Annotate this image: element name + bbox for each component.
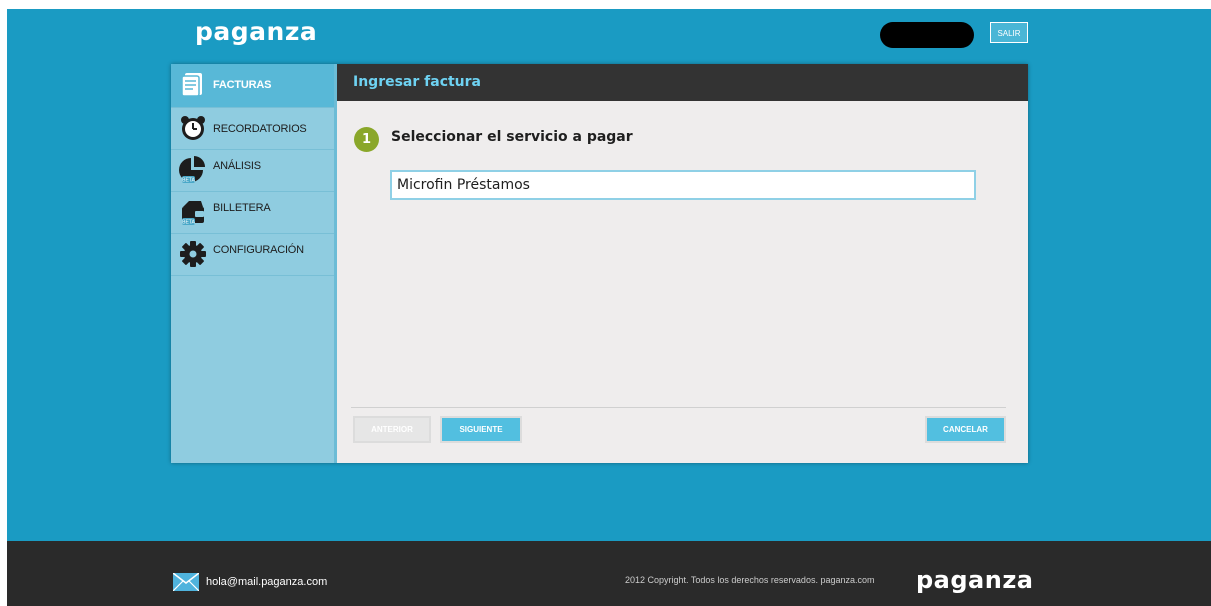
content-area: Ingresar factura 1 Seleccionar el servic… <box>337 64 1028 463</box>
sidebar-item-label: CONFIGURACIÓN <box>213 244 304 256</box>
sidebar-item-analisis[interactable]: BETA ANÁLISIS <box>171 150 334 192</box>
cancel-button[interactable]: CANCELAR <box>925 416 1006 443</box>
footer-email-link[interactable]: hola@mail.paganza.com <box>206 576 327 588</box>
divider <box>351 407 1006 408</box>
user-account-pill[interactable] <box>880 22 974 48</box>
sidebar-item-label: BILLETERA <box>213 202 271 214</box>
logout-button[interactable]: SALIR <box>990 22 1028 43</box>
mail-icon <box>173 573 199 591</box>
page: paganza SALIR FACTURAS RECORDATORIOS BET… <box>0 0 1211 606</box>
step-number-badge: 1 <box>354 127 379 152</box>
pie-chart-icon: BETA <box>179 156 205 184</box>
next-button[interactable]: SIGUIENTE <box>440 416 522 443</box>
previous-button[interactable]: ANTERIOR <box>353 416 431 443</box>
gear-icon <box>180 241 206 267</box>
paganza-logo[interactable]: paganza <box>195 17 317 47</box>
step-title: Seleccionar el servicio a pagar <box>391 129 633 145</box>
footer-copyright: 2012 Copyright. Todos los derechos reser… <box>625 575 875 585</box>
sidebar-item-label: ANÁLISIS <box>213 160 261 172</box>
wallet-icon: BETA <box>182 201 204 226</box>
invoice-icon <box>181 73 202 97</box>
svg-text:BETA: BETA <box>182 220 195 226</box>
alarm-clock-icon <box>181 116 205 140</box>
sidebar-item-label: FACTURAS <box>213 79 272 91</box>
sidebar-item-configuracion[interactable]: CONFIGURACIÓN <box>171 234 334 276</box>
invoice-panel: FACTURAS RECORDATORIOS BETA ANÁLISIS BET… <box>171 64 1028 463</box>
sidebar-item-label: RECORDATORIOS <box>213 123 307 135</box>
svg-text:BETA: BETA <box>182 178 195 184</box>
service-input[interactable] <box>390 170 976 200</box>
sidebar-item-billetera[interactable]: BETA BILLETERA <box>171 192 334 234</box>
sidebar-item-recordatorios[interactable]: RECORDATORIOS <box>171 108 334 150</box>
page-title: Ingresar factura <box>337 64 1028 101</box>
sidebar-item-facturas[interactable]: FACTURAS <box>171 64 334 108</box>
sidebar-nav: FACTURAS RECORDATORIOS BETA ANÁLISIS BET… <box>171 64 337 463</box>
footer-paganza-logo: paganza <box>916 566 1034 594</box>
